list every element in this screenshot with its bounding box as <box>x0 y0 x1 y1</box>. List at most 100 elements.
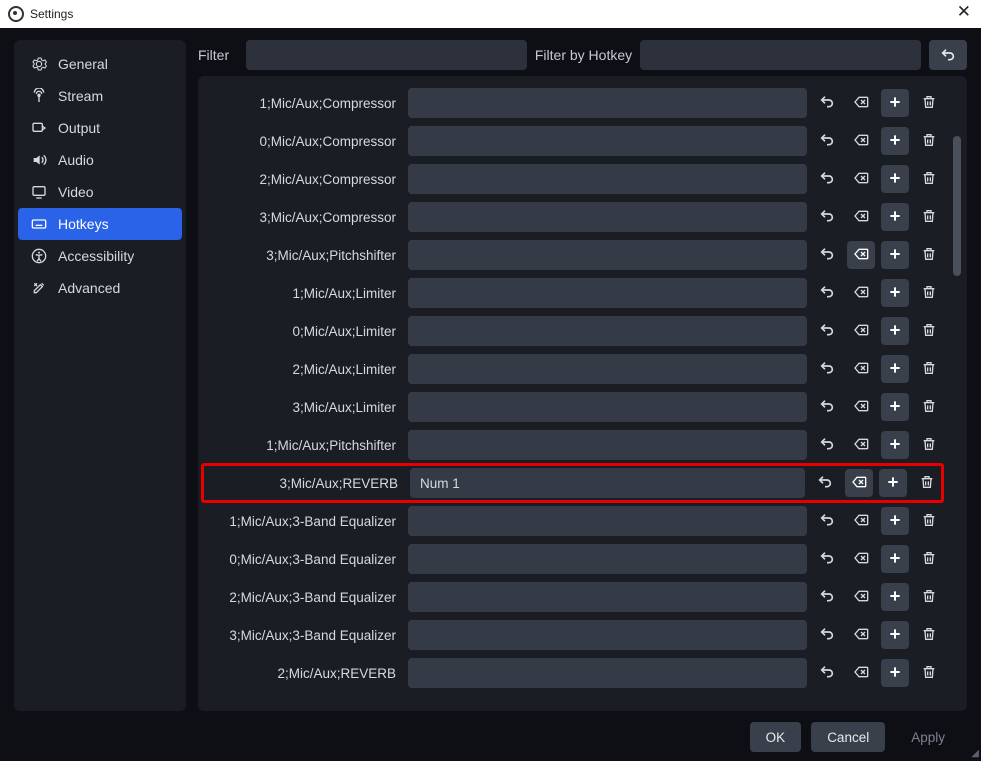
hotkey-input[interactable] <box>408 582 807 612</box>
add-button[interactable] <box>881 165 909 193</box>
hotkey-input[interactable] <box>408 88 807 118</box>
remove-button[interactable] <box>915 431 943 459</box>
remove-button[interactable] <box>915 127 943 155</box>
remove-button[interactable] <box>915 621 943 649</box>
add-button[interactable] <box>881 507 909 535</box>
resize-grip-icon[interactable]: ◢ <box>971 748 979 759</box>
clear-button[interactable] <box>847 507 875 535</box>
sidebar-item-accessibility[interactable]: Accessibility <box>18 240 182 272</box>
undo-button[interactable] <box>813 621 841 649</box>
remove-button[interactable] <box>915 241 943 269</box>
clear-button[interactable] <box>847 621 875 649</box>
scrollbar-thumb[interactable] <box>953 136 961 276</box>
clear-button[interactable] <box>847 659 875 687</box>
add-button[interactable] <box>881 393 909 421</box>
undo-button[interactable] <box>813 659 841 687</box>
undo-button[interactable] <box>813 317 841 345</box>
clear-button[interactable] <box>847 89 875 117</box>
hotkey-input[interactable] <box>408 126 807 156</box>
sidebar-item-stream[interactable]: Stream <box>18 80 182 112</box>
remove-button[interactable] <box>915 659 943 687</box>
undo-button[interactable] <box>813 241 841 269</box>
add-button[interactable] <box>881 203 909 231</box>
undo-button[interactable] <box>813 165 841 193</box>
add-button[interactable] <box>879 469 907 497</box>
scrollbar[interactable] <box>953 136 961 476</box>
clear-button[interactable] <box>845 469 873 497</box>
hotkey-input[interactable] <box>408 278 807 308</box>
clear-button[interactable] <box>847 241 875 269</box>
add-button[interactable] <box>881 279 909 307</box>
clear-button[interactable] <box>847 431 875 459</box>
clear-button[interactable] <box>847 203 875 231</box>
add-button[interactable] <box>881 127 909 155</box>
sidebar-item-output[interactable]: Output <box>18 112 182 144</box>
add-button[interactable] <box>881 241 909 269</box>
undo-button[interactable] <box>813 545 841 573</box>
remove-button[interactable] <box>915 165 943 193</box>
undo-button[interactable] <box>811 469 839 497</box>
clear-button[interactable] <box>847 165 875 193</box>
clear-button[interactable] <box>847 355 875 383</box>
hotkey-label: 1;Mic/Aux;3-Band Equalizer <box>202 514 402 529</box>
remove-button[interactable] <box>915 279 943 307</box>
close-icon[interactable]: ✕ <box>957 3 971 20</box>
remove-button[interactable] <box>915 507 943 535</box>
hotkey-input[interactable] <box>408 240 807 270</box>
hotkey-input[interactable] <box>408 430 807 460</box>
filter-input[interactable] <box>246 40 527 70</box>
remove-button[interactable] <box>915 393 943 421</box>
remove-button[interactable] <box>915 203 943 231</box>
clear-button[interactable] <box>847 583 875 611</box>
add-button[interactable] <box>881 89 909 117</box>
add-button[interactable] <box>881 621 909 649</box>
clear-button[interactable] <box>847 545 875 573</box>
clear-button[interactable] <box>847 317 875 345</box>
hotkey-input[interactable] <box>408 316 807 346</box>
undo-button[interactable] <box>813 507 841 535</box>
hotkey-input[interactable] <box>408 506 807 536</box>
undo-button[interactable] <box>813 279 841 307</box>
sidebar-item-general[interactable]: General <box>18 48 182 80</box>
hotkey-input[interactable] <box>408 392 807 422</box>
add-button[interactable] <box>881 431 909 459</box>
apply-button[interactable]: Apply <box>895 722 961 752</box>
remove-button[interactable] <box>913 469 941 497</box>
hotkey-input[interactable] <box>408 658 807 688</box>
add-button[interactable] <box>881 355 909 383</box>
hotkey-input[interactable] <box>408 354 807 384</box>
hotkey-label: 2;Mic/Aux;REVERB <box>202 666 402 681</box>
undo-button[interactable] <box>813 89 841 117</box>
undo-button[interactable] <box>813 203 841 231</box>
undo-button[interactable] <box>813 393 841 421</box>
hotkey-input[interactable] <box>408 164 807 194</box>
hotkey-input[interactable] <box>408 544 807 574</box>
remove-button[interactable] <box>915 89 943 117</box>
hotkey-input[interactable] <box>408 620 807 650</box>
add-button[interactable] <box>881 659 909 687</box>
hotkey-input[interactable] <box>410 468 805 498</box>
sidebar-item-hotkeys[interactable]: Hotkeys <box>18 208 182 240</box>
undo-button[interactable] <box>813 431 841 459</box>
hotkey-input[interactable] <box>408 202 807 232</box>
sidebar-item-audio[interactable]: Audio <box>18 144 182 176</box>
undo-button[interactable] <box>813 127 841 155</box>
remove-button[interactable] <box>915 583 943 611</box>
clear-button[interactable] <box>847 127 875 155</box>
remove-button[interactable] <box>915 355 943 383</box>
clear-button[interactable] <box>847 279 875 307</box>
ok-button[interactable]: OK <box>750 722 802 752</box>
remove-button[interactable] <box>915 317 943 345</box>
add-button[interactable] <box>881 545 909 573</box>
clear-button[interactable] <box>847 393 875 421</box>
cancel-button[interactable]: Cancel <box>811 722 885 752</box>
filter-hotkey-input[interactable] <box>640 40 921 70</box>
add-button[interactable] <box>881 583 909 611</box>
add-button[interactable] <box>881 317 909 345</box>
remove-button[interactable] <box>915 545 943 573</box>
undo-button[interactable] <box>813 583 841 611</box>
sidebar-item-advanced[interactable]: Advanced <box>18 272 182 304</box>
sidebar-item-video[interactable]: Video <box>18 176 182 208</box>
undo-button[interactable] <box>813 355 841 383</box>
undo-all-button[interactable] <box>929 40 967 70</box>
